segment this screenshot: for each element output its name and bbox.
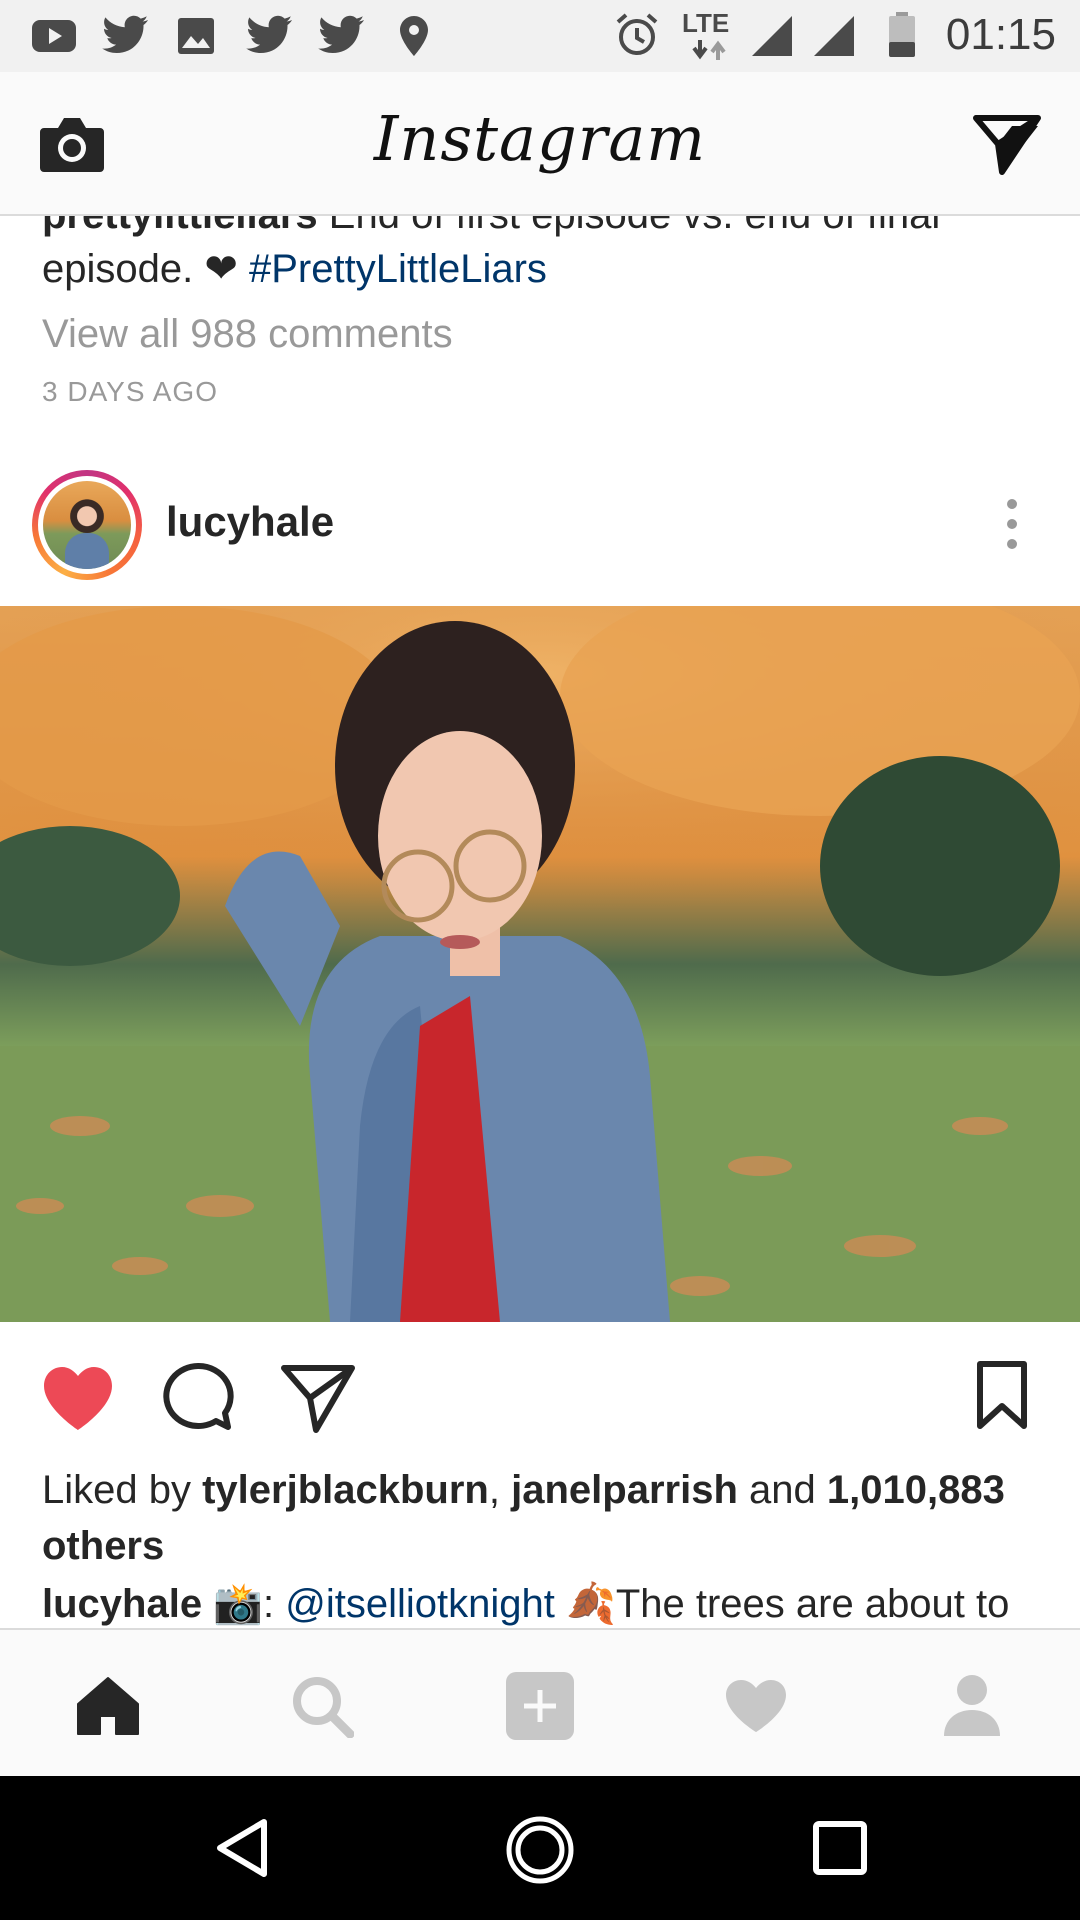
- liker-separator: ,: [488, 1468, 500, 1512]
- view-comments-link[interactable]: View all 988 comments: [42, 312, 453, 357]
- recents-icon[interactable]: [812, 1820, 868, 1876]
- avatar: [38, 476, 136, 574]
- activity-heart-icon[interactable]: [724, 1678, 788, 1734]
- lte-icon: LTE: [680, 8, 740, 64]
- location-icon: [400, 16, 428, 56]
- share-icon[interactable]: [280, 1362, 356, 1434]
- bookmark-icon[interactable]: [976, 1360, 1028, 1430]
- app-logo: Instagram: [373, 102, 707, 175]
- post-action-bar: [0, 1350, 1080, 1446]
- camera-emoji: 📸: [213, 1582, 264, 1626]
- like-heart-icon[interactable]: [40, 1364, 116, 1432]
- heart-emoji: ❤: [204, 247, 238, 291]
- likes-others[interactable]: others: [42, 1524, 164, 1568]
- avatar-image: [43, 481, 131, 569]
- bottom-nav: [0, 1628, 1080, 1776]
- app-header: Instagram: [0, 72, 1080, 216]
- post-caption: lucyhale 📸: @itselliotknight 🍂The trees …: [42, 1576, 1080, 1628]
- twitter-icon: [318, 15, 364, 53]
- home-icon[interactable]: [76, 1676, 140, 1736]
- post-timestamp: 3 DAYS AGO: [42, 376, 218, 407]
- battery-icon: [889, 12, 915, 57]
- signal-icon: [814, 16, 854, 56]
- previous-post-username[interactable]: prettylittleliars: [42, 216, 318, 237]
- caption-text: The trees are about to: [615, 1582, 1010, 1626]
- twitter-icon: [102, 15, 148, 53]
- add-post-icon[interactable]: [504, 1670, 576, 1742]
- status-time: 01:15: [945, 10, 1056, 59]
- post-photo: [0, 606, 1080, 1322]
- more-vertical-icon[interactable]: [1004, 498, 1020, 550]
- signal-icon: [752, 16, 792, 56]
- mention-link[interactable]: @itselliotknight: [285, 1582, 555, 1626]
- hashtag-link[interactable]: #PrettyLittleLiars: [249, 247, 547, 291]
- system-nav-bar: [0, 1776, 1080, 1920]
- liker-name[interactable]: tylerjblackburn: [202, 1468, 489, 1512]
- likes-prefix: Liked by: [42, 1468, 191, 1512]
- twitter-icon: [246, 15, 292, 53]
- alarm-icon: [616, 13, 658, 55]
- search-icon[interactable]: [290, 1674, 354, 1738]
- post-username[interactable]: lucyhale: [166, 498, 334, 546]
- profile-icon[interactable]: [940, 1672, 1004, 1738]
- feed[interactable]: prettylittleliars End of first episode v…: [0, 216, 1080, 1628]
- home-circle-icon[interactable]: [504, 1814, 576, 1886]
- status-bar: LTE 01:15: [0, 0, 1080, 72]
- youtube-icon: [32, 20, 76, 52]
- post-header: lucyhale: [0, 470, 1080, 580]
- likes-count[interactable]: 1,010,883: [827, 1468, 1005, 1512]
- direct-message-icon[interactable]: [972, 114, 1042, 176]
- leaf-emoji: 🍂: [566, 1582, 616, 1626]
- back-icon[interactable]: [212, 1816, 272, 1880]
- likes-summary: Liked by tylerjblackburn, janelparrish a…: [42, 1462, 1042, 1574]
- image-icon: [178, 18, 214, 54]
- previous-post-caption: prettylittleliars End of first episode v…: [42, 216, 1042, 296]
- post-image[interactable]: [0, 606, 1080, 1322]
- caption-username[interactable]: lucyhale: [42, 1582, 202, 1626]
- caption-colon: :: [263, 1582, 275, 1626]
- story-ring[interactable]: [32, 470, 142, 580]
- liker-name[interactable]: janelparrish: [511, 1468, 738, 1512]
- likes-and: and: [749, 1468, 816, 1512]
- comment-icon[interactable]: [162, 1362, 234, 1434]
